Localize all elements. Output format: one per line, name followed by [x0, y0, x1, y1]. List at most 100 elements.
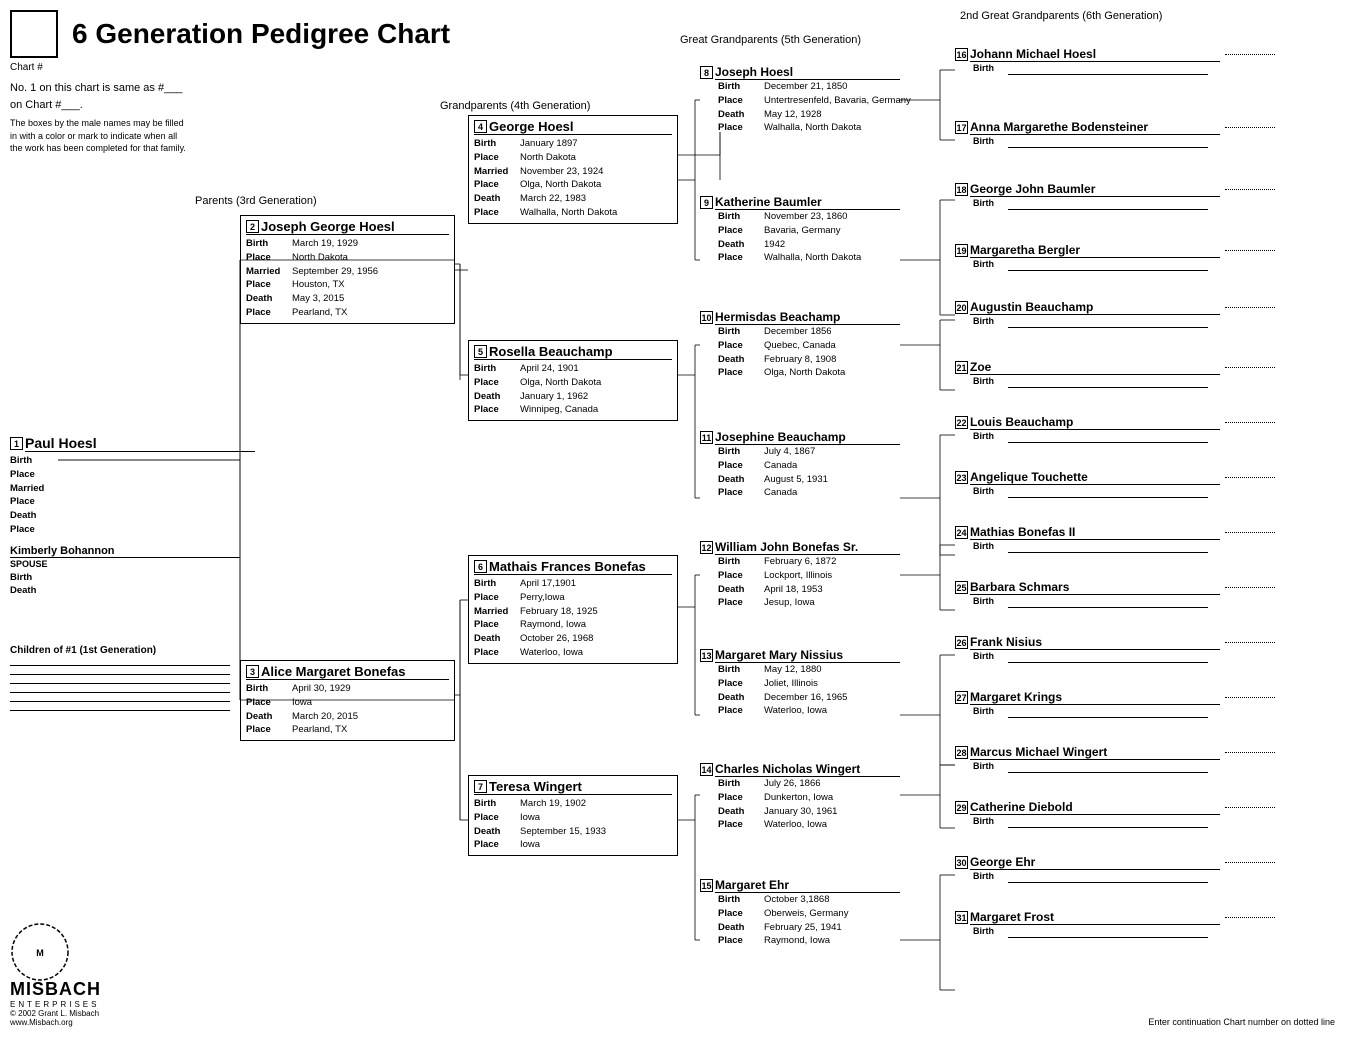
person-17-entry: 17 Anna Margarethe Bodensteiner Birth [955, 120, 1275, 148]
p3-pl: Place [246, 696, 292, 710]
p2-name: Joseph George Hoesl [261, 219, 395, 234]
p1-spouse-birth-label: Birth [10, 571, 56, 585]
p1-married-label: Married [10, 482, 56, 496]
gen3-label: Grandparents (4th Generation) [440, 100, 590, 112]
person-8-entry: 8 Joseph Hoesl BirthDecember 21, 1850 Pl… [700, 65, 911, 135]
gen2-heading: Parents (3rd Generation) [195, 195, 317, 207]
p27-num: 27 [955, 691, 968, 704]
person-19-entry: 19 Margaretha Bergler Birth [955, 243, 1275, 271]
chart-box [10, 10, 58, 58]
p22-name: Louis Beauchamp [970, 415, 1220, 430]
p1-spouse-section: Kimberly Bohannon SPOUSE Birth Death [10, 545, 255, 599]
person-9-entry: 9 Katherine Baumler BirthNovember 23, 18… [700, 195, 900, 265]
p23-name: Angelique Touchette [970, 470, 1220, 485]
person-20-entry: 20 Augustin Beauchamp Birth [955, 300, 1275, 328]
p3-num: 3 [246, 665, 259, 678]
p24-num: 24 [955, 526, 968, 539]
p14-num: 14 [700, 763, 713, 776]
p1-death-val [56, 509, 255, 523]
person-31-entry: 31 Margaret Frost Birth [955, 910, 1275, 938]
p3-name: Alice Margaret Bonefas [261, 664, 406, 679]
person-10-entry: 10 Hermisdas Beachamp BirthDecember 1856… [700, 310, 900, 380]
person-5-box: 5 Rosella Beauchamp BirthApril 24, 1901 … [468, 340, 678, 421]
person-27-entry: 27 Margaret Krings Birth [955, 690, 1275, 718]
p1-placed-val [56, 523, 255, 537]
person-24-entry: 24 Mathias Bonefas II Birth [955, 525, 1275, 553]
box-note: The boxes by the male names may be fille… [10, 117, 190, 155]
p2-dv: May 3, 2015 [292, 292, 449, 306]
p1-place-row: Place [10, 468, 255, 482]
continuation-note: Enter continuation Chart number on dotte… [1148, 1017, 1335, 1027]
p29-name: Catherine Diebold [970, 800, 1220, 815]
person-23-entry: 23 Angelique Touchette Birth [955, 470, 1275, 498]
p21-name: Zoe [970, 360, 1220, 375]
p25-name: Barbara Schmars [970, 580, 1220, 595]
p6-name: Mathais Frances Bonefas [489, 559, 646, 574]
p28-num: 28 [955, 746, 968, 759]
p7-name: Teresa Wingert [489, 779, 582, 794]
person-15-entry: 15 Margaret Ehr BirthOctober 3,1868 Plac… [700, 878, 900, 948]
p17-num: 17 [955, 121, 968, 134]
p14-name: Charles Nicholas Wingert [715, 762, 900, 777]
person-18-entry: 18 George John Baumler Birth [955, 182, 1275, 210]
p2-pmv: Houston, TX [292, 278, 449, 292]
p3-dl: Death [246, 710, 292, 724]
p1-spouse-birth-val [56, 571, 255, 585]
p5-name: Rosella Beauchamp [489, 344, 613, 359]
p20-num: 20 [955, 301, 968, 314]
p1-spouse-label: SPOUSE [10, 558, 48, 571]
p2-pdl: Place [246, 306, 292, 320]
p10-num: 10 [700, 311, 713, 324]
p12-num: 12 [700, 541, 713, 554]
p1-place-label: Place [10, 468, 56, 482]
p1-place-val [56, 468, 255, 482]
children-label: Children of #1 (1st Generation) [10, 645, 156, 656]
page: 6 Generation Pedigree Chart Chart # No. … [0, 0, 1345, 1037]
p28-name: Marcus Michael Wingert [970, 745, 1220, 760]
p16-name: Johann Michael Hoesl [970, 47, 1220, 62]
p4-num: 4 [474, 120, 487, 133]
main-title: 6 Generation Pedigree Chart [72, 18, 450, 50]
person-16-entry: 16 Johann Michael Hoesl Birth [955, 47, 1275, 75]
p2-num: 2 [246, 220, 259, 233]
p1-placed-row: Place [10, 523, 255, 537]
p3-pdv: Pearland, TX [292, 723, 449, 737]
p2-bl: Birth [246, 237, 292, 251]
p11-num: 11 [700, 431, 713, 444]
p3-bl: Birth [246, 682, 292, 696]
logo-area: M MISBACH ENTERPRISES © 2002 Grant L. Mi… [10, 922, 101, 1027]
p2-pml: Place [246, 278, 292, 292]
p8-name: Joseph Hoesl [715, 65, 900, 80]
gen2-label: Parents (3rd Generation) [195, 195, 317, 207]
person-26-entry: 26 Frank Nisius Birth [955, 635, 1275, 663]
p5-num: 5 [474, 345, 487, 358]
p1-placem-row: Place [10, 495, 255, 509]
p2-pv: North Dakota [292, 251, 449, 265]
p2-pdv: Pearland, TX [292, 306, 449, 320]
p3-pdl: Place [246, 723, 292, 737]
logo-copyright: © 2002 Grant L. Misbach [10, 1009, 101, 1018]
p1-death-row: Death [10, 509, 255, 523]
person-29-entry: 29 Catherine Diebold Birth [955, 800, 1275, 828]
p6-num: 6 [474, 560, 487, 573]
p1-name: Paul Hoesl [25, 435, 255, 452]
chart-num-label: Chart # [10, 62, 43, 73]
person-1-section: 1 Paul Hoesl Birth Place Married Place D… [10, 435, 255, 598]
person-7-box: 7 Teresa Wingert BirthMarch 19, 1902 Pla… [468, 775, 678, 856]
person-4-box: 4 George Hoesl BirthJanuary 1897 PlaceNo… [468, 115, 678, 224]
p23-num: 23 [955, 471, 968, 484]
p15-num: 15 [700, 879, 713, 892]
p2-dl: Death [246, 292, 292, 306]
logo-text: MISBACH [10, 979, 101, 999]
p1-married-row: Married [10, 482, 255, 496]
p1-spouse-label-row: SPOUSE [10, 558, 255, 571]
p26-name: Frank Nisius [970, 635, 1220, 650]
p18-num: 18 [955, 183, 968, 196]
p26-num: 26 [955, 636, 968, 649]
misbach-logo-icon: M [10, 922, 70, 982]
p15-name: Margaret Ehr [715, 878, 900, 893]
p27-name: Margaret Krings [970, 690, 1220, 705]
p18-name: George John Baumler [970, 182, 1220, 197]
logo-website: www.Misbach.org [10, 1018, 101, 1027]
p1-spouse-birth-row: Birth [10, 571, 255, 585]
